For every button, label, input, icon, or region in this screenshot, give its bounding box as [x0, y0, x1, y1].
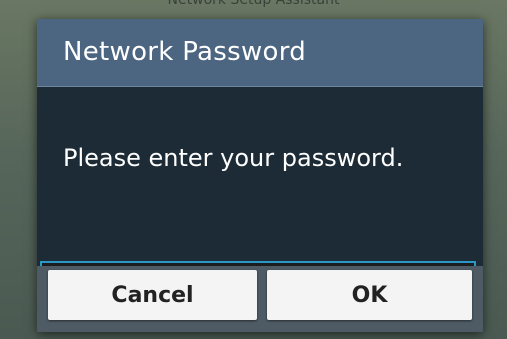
- dialog-body: Please enter your password.: [37, 87, 483, 307]
- dialog-title: Network Password: [63, 37, 307, 67]
- dialog-header: Network Password: [37, 19, 483, 87]
- cancel-button[interactable]: Cancel: [48, 270, 257, 320]
- network-password-dialog: Network Password Please enter your passw…: [37, 19, 483, 332]
- ok-button[interactable]: OK: [267, 270, 472, 320]
- dialog-message: Please enter your password.: [63, 144, 404, 172]
- dialog-button-bar: Cancel OK: [37, 266, 483, 332]
- background-window-title: Network Setup Assistant: [167, 0, 340, 8]
